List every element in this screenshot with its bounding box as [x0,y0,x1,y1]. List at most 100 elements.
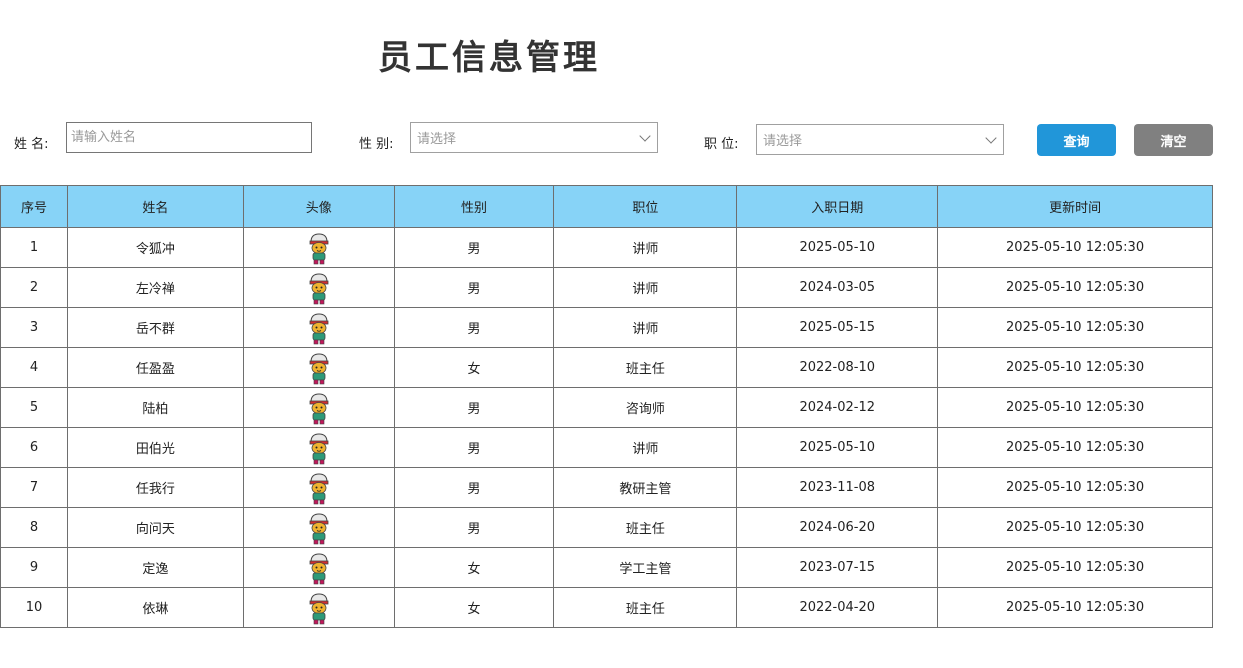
cell-update-time: 2025-05-10 12:05:30 [937,467,1213,508]
cell-update-time: 2025-05-10 12:05:30 [937,547,1213,588]
column-header-update-time: 更新时间 [937,185,1213,228]
cell-id: 8 [0,507,68,548]
cell-avatar [242,227,395,268]
cell-avatar [242,427,395,468]
avatar-icon [309,272,329,304]
table-row: 4 任盈盈 女班主任 2022-08-10 2025-05-10 12:05:30 [0,347,1213,388]
avatar-icon [309,552,329,584]
cell-update-time: 2025-05-10 12:05:30 [937,267,1213,308]
table-row: 10 依琳 女班主任 2022-04-20 2025-05-10 12:05:30 [0,587,1213,628]
position-label: 职 位: [704,137,739,152]
cell-entry-date: 2025-05-10 [736,227,939,268]
clear-button[interactable]: 清空 [1134,124,1213,156]
cell-update-time: 2025-05-10 12:05:30 [937,387,1213,428]
cell-position: 班主任 [553,587,738,628]
cell-avatar [242,267,395,308]
cell-entry-date: 2024-02-12 [736,387,939,428]
query-button[interactable]: 查询 [1037,124,1116,156]
chevron-down-icon [985,131,997,144]
cell-avatar [242,467,395,508]
cell-entry-date: 2022-04-20 [736,587,939,628]
cell-id: 6 [0,427,68,468]
column-header-id: 序号 [0,185,68,228]
cell-entry-date: 2024-06-20 [736,507,939,548]
cell-position: 咨询师 [553,387,738,428]
table-row: 8 向问天 男班主任 2024-06-20 2025-05-10 12:05:30 [0,507,1213,548]
avatar-icon [309,512,329,544]
avatar-icon [309,232,329,264]
column-header-avatar: 头像 [242,185,395,228]
table-row: 2 左冷禅 男讲师 2024-03-05 2025-05-10 12:05:30 [0,267,1213,308]
cell-position: 讲师 [553,427,738,468]
cell-gender: 男 [393,387,555,428]
avatar-icon [309,432,329,464]
avatar-icon [309,592,329,624]
avatar-icon [309,392,329,424]
avatar-icon [309,352,329,384]
name-label: 姓 名: [14,137,49,152]
cell-gender: 男 [393,307,555,348]
cell-id: 5 [0,387,68,428]
table-row: 7 任我行 男教研主管 2023-11-08 2025-05-10 12:05:30 [0,467,1213,508]
position-select-value: 请选择 [763,134,803,149]
cell-name: 左冷禅 [66,267,244,308]
position-select[interactable]: 请选择 [756,124,1004,155]
name-search-input[interactable] [66,122,312,153]
cell-gender: 男 [393,507,555,548]
column-header-entry-date: 入职日期 [736,185,939,228]
avatar-icon [309,472,329,504]
cell-update-time: 2025-05-10 12:05:30 [937,427,1213,468]
cell-entry-date: 2023-11-08 [736,467,939,508]
cell-entry-date: 2023-07-15 [736,547,939,588]
cell-avatar [242,547,395,588]
cell-update-time: 2025-05-10 12:05:30 [937,307,1213,348]
cell-name: 向问天 [66,507,244,548]
table-row: 6 田伯光 男讲师 2025-05-10 2025-05-10 12:05:30 [0,427,1213,468]
cell-name: 陆柏 [66,387,244,428]
cell-name: 令狐冲 [66,227,244,268]
cell-gender: 女 [393,547,555,588]
cell-gender: 男 [393,267,555,308]
cell-gender: 男 [393,467,555,508]
table-row: 5 陆柏 男咨询师 2024-02-12 2025-05-10 12:05:30 [0,387,1213,428]
cell-id: 4 [0,347,68,388]
cell-update-time: 2025-05-10 12:05:30 [937,587,1213,628]
cell-avatar [242,387,395,428]
table-row: 9 定逸 女学工主管 2023-07-15 2025-05-10 12:05:30 [0,547,1213,588]
gender-select-value: 请选择 [417,132,457,147]
gender-select[interactable]: 请选择 [410,122,658,153]
cell-id: 2 [0,267,68,308]
cell-update-time: 2025-05-10 12:05:30 [937,507,1213,548]
cell-position: 班主任 [553,347,738,388]
column-header-position: 职位 [553,185,738,228]
cell-entry-date: 2025-05-10 [736,427,939,468]
cell-gender: 女 [393,347,555,388]
page-title: 员工信息管理 [378,38,600,78]
column-header-name: 姓名 [66,185,244,228]
cell-avatar [242,587,395,628]
cell-id: 7 [0,467,68,508]
cell-name: 任我行 [66,467,244,508]
cell-position: 学工主管 [553,547,738,588]
cell-position: 讲师 [553,307,738,348]
cell-id: 10 [0,587,68,628]
cell-update-time: 2025-05-10 12:05:30 [937,227,1213,268]
table-header-row: 序号 姓名 头像 性别 职位 入职日期 更新时间 [0,185,1213,228]
cell-entry-date: 2025-05-15 [736,307,939,348]
cell-id: 1 [0,227,68,268]
chevron-down-icon [639,129,651,142]
employee-table: 序号 姓名 头像 性别 职位 入职日期 更新时间 1 令狐冲 男讲师 2025-05… [0,185,1213,628]
cell-position: 讲师 [553,267,738,308]
table-row: 3 岳不群 男讲师 2025-05-15 2025-05-10 12:05:30 [0,307,1213,348]
cell-entry-date: 2022-08-10 [736,347,939,388]
cell-gender: 男 [393,227,555,268]
cell-name: 任盈盈 [66,347,244,388]
cell-gender: 男 [393,427,555,468]
cell-name: 依琳 [66,587,244,628]
cell-name: 田伯光 [66,427,244,468]
cell-avatar [242,307,395,348]
gender-label: 性 别: [359,137,394,152]
cell-avatar [242,347,395,388]
cell-id: 9 [0,547,68,588]
column-header-gender: 性别 [393,185,555,228]
